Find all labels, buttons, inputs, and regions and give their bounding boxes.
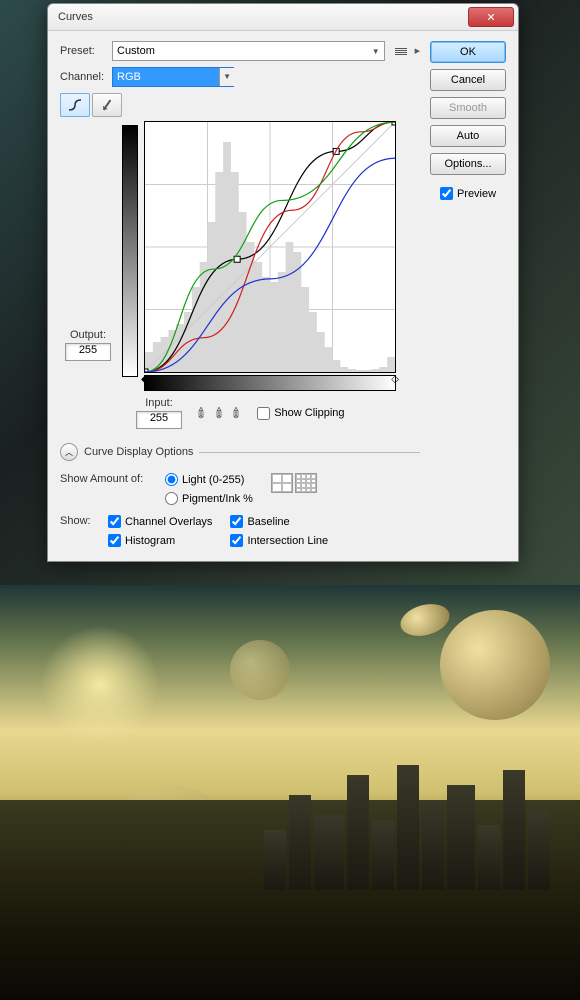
input-field[interactable]: 255 [136, 411, 182, 429]
preset-menu-icon[interactable] [395, 48, 407, 55]
white-eyedropper-icon[interactable]: ✐ [227, 403, 247, 423]
output-gradient [122, 125, 138, 377]
auto-button[interactable]: Auto [430, 125, 506, 147]
channel-select[interactable]: RGB ▼ [112, 67, 234, 87]
display-options-toggle[interactable]: ︿ [60, 443, 78, 461]
white-point-slider[interactable]: ◇ [391, 374, 399, 385]
options-button[interactable]: Options... [430, 153, 506, 175]
display-options-label: Curve Display Options [84, 446, 193, 458]
black-eyedropper-icon[interactable]: ✐ [192, 403, 212, 423]
preset-value: Custom [117, 45, 155, 57]
grid-fine-button[interactable] [295, 473, 317, 493]
pencil-icon [103, 100, 112, 111]
divider [199, 452, 420, 453]
result-image [0, 585, 580, 1000]
baseline-checkbox[interactable]: Baseline [230, 515, 328, 528]
close-icon: ✕ [486, 11, 495, 24]
preset-label: Preset: [60, 45, 106, 57]
input-label: Input: [145, 397, 173, 409]
curve-lines [145, 122, 395, 372]
curves-dialog: Curves ✕ Preset: Custom ▼ ▶ Channel: RGB… [47, 3, 519, 562]
cancel-button[interactable]: Cancel [430, 69, 506, 91]
chevron-down-icon: ▼ [372, 47, 380, 56]
menu-triangle-icon: ▶ [415, 47, 420, 55]
show-label: Show: [60, 515, 98, 547]
input-gradient: ◆ ◇ [144, 375, 396, 391]
gray-eyedropper-icon[interactable]: ✐ [209, 403, 229, 423]
black-point-slider[interactable]: ◆ [141, 374, 149, 385]
show-clipping-checkbox[interactable]: Show Clipping [257, 407, 344, 420]
curve-tool-button[interactable] [60, 93, 90, 117]
smooth-button[interactable]: Smooth [430, 97, 506, 119]
grid-coarse-button[interactable] [271, 473, 293, 493]
intersection-line-checkbox[interactable]: Intersection Line [230, 534, 328, 547]
dialog-title: Curves [58, 11, 468, 23]
pencil-tool-button[interactable] [92, 93, 122, 117]
output-label: Output: [70, 329, 106, 341]
ok-button[interactable]: OK [430, 41, 506, 63]
close-button[interactable]: ✕ [468, 7, 514, 27]
background-image-top: Curves ✕ Preset: Custom ▼ ▶ Channel: RGB… [0, 0, 580, 585]
pigment-radio[interactable]: Pigment/Ink % [165, 492, 253, 505]
channel-value: RGB [117, 71, 141, 83]
show-amount-label: Show Amount of: [60, 473, 155, 505]
histogram-checkbox[interactable]: Histogram [108, 534, 212, 547]
light-radio[interactable]: Light (0-255) [165, 473, 253, 486]
titlebar[interactable]: Curves ✕ [48, 4, 518, 31]
output-field[interactable]: 255 [65, 343, 111, 361]
channel-overlays-checkbox[interactable]: Channel Overlays [108, 515, 212, 528]
chevron-up-icon: ︿ [65, 447, 73, 458]
curve-graph[interactable] [144, 121, 396, 373]
channel-label: Channel: [60, 71, 106, 83]
preset-select[interactable]: Custom ▼ [112, 41, 385, 61]
preview-checkbox[interactable]: Preview [440, 187, 496, 200]
chevron-down-icon: ▼ [219, 68, 234, 86]
